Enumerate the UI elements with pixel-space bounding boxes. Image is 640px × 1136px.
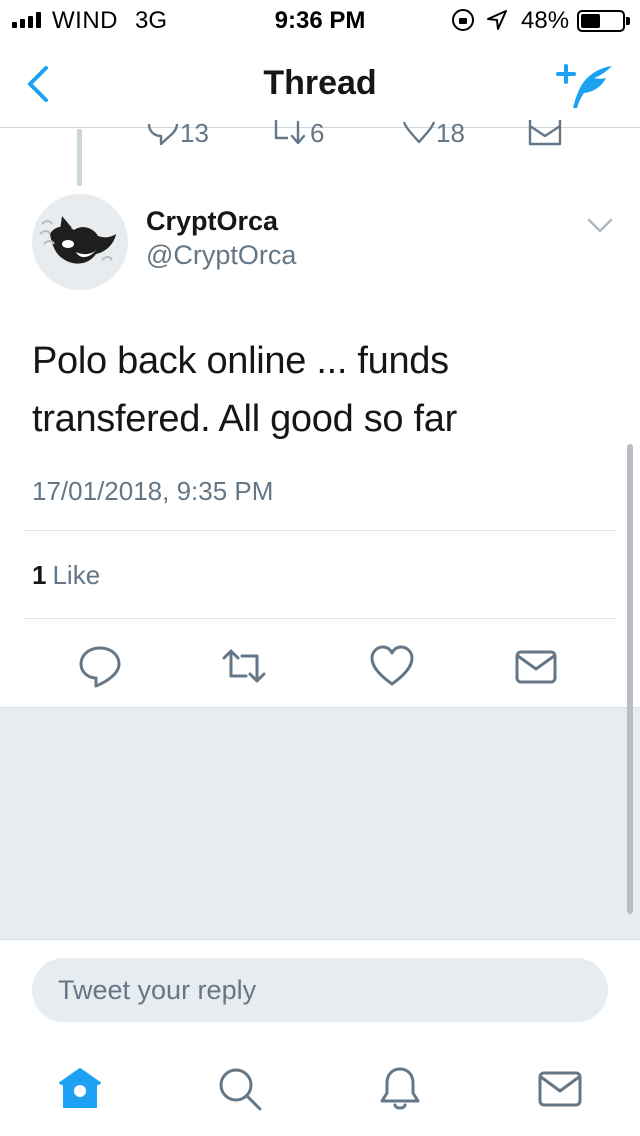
battery-icon <box>577 10 625 32</box>
previous-reply-action[interactable]: 13 <box>146 116 209 150</box>
notifications-icon[interactable] <box>376 1065 424 1113</box>
tweet-text-line: transfered. All good so far <box>32 398 457 440</box>
home-icon[interactable] <box>56 1065 104 1113</box>
divider <box>24 530 616 531</box>
likes-summary[interactable]: 1 Like <box>32 560 100 591</box>
previous-like-count: 18 <box>436 117 465 148</box>
battery-tip <box>626 17 630 25</box>
previous-retweet-action[interactable]: 6 <box>272 116 324 150</box>
heart-icon[interactable] <box>368 642 416 690</box>
author-name[interactable]: CryptOrca <box>146 206 278 237</box>
likes-count: 1 <box>32 560 47 590</box>
avatar[interactable] <box>32 194 128 290</box>
previous-like-action[interactable]: 18 <box>402 116 465 150</box>
search-icon[interactable] <box>216 1065 264 1113</box>
messages-icon[interactable] <box>536 1065 584 1113</box>
reply-icon[interactable] <box>76 642 124 690</box>
compose-tweet-icon[interactable] <box>556 62 616 110</box>
envelope-icon <box>528 120 562 146</box>
tweet-actions <box>0 642 640 702</box>
rotation-lock-icon <box>452 9 474 31</box>
status-bar: WIND 3G 9:36 PM 48% <box>0 0 640 40</box>
chevron-down-icon[interactable] <box>586 216 614 236</box>
previous-reply-count: 13 <box>180 117 209 148</box>
tweet-text-line: Polo back online ... funds <box>32 340 449 382</box>
navigation-bar: Thread <box>0 40 640 128</box>
reply-input[interactable]: Tweet your reply <box>32 958 608 1022</box>
retweet-icon <box>274 120 306 145</box>
previous-retweet-count: 6 <box>310 117 325 148</box>
retweet-icon[interactable] <box>220 642 268 690</box>
battery-fill <box>581 14 600 28</box>
scrollbar[interactable] <box>627 444 633 914</box>
orca-logo-icon <box>39 216 116 264</box>
divider <box>24 618 616 619</box>
tweet-timestamp: 17/01/2018, 9:35 PM <box>32 476 274 506</box>
location-arrow-icon <box>487 10 507 30</box>
empty-thread-area <box>0 707 640 939</box>
tab-bar <box>0 1037 640 1136</box>
envelope-icon[interactable] <box>512 642 560 690</box>
likes-label: Like <box>52 560 101 590</box>
heart-icon <box>402 121 436 144</box>
tweet-text: Polo back online ... funds transfered. A… <box>32 332 612 448</box>
previous-dm-action[interactable] <box>528 116 562 150</box>
page-title: Thread <box>263 64 377 102</box>
battery-percentage: 48% <box>521 7 570 34</box>
previous-tweet-actions: 13 6 18 <box>0 116 640 150</box>
thread-connector-line <box>77 129 82 186</box>
author-handle[interactable]: @CryptOrca <box>146 240 296 271</box>
reply-bar: Tweet your reply <box>0 939 640 1037</box>
reply-icon <box>147 123 179 146</box>
